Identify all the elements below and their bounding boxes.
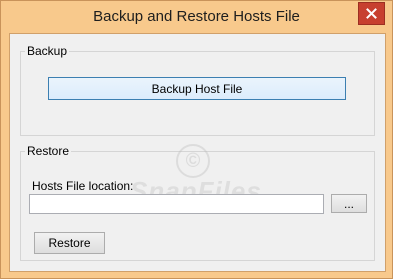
app-window: Backup and Restore Hosts File Backup Bac… (0, 0, 393, 279)
browse-button[interactable]: ... (331, 194, 367, 213)
restore-group-label: Restore (27, 144, 70, 158)
restore-button[interactable]: Restore (34, 232, 105, 254)
client-area: Backup Backup Host File Restore © SnapFi… (9, 33, 386, 272)
close-icon (366, 8, 377, 19)
backup-group-label: Backup (27, 44, 68, 58)
title-bar[interactable]: Backup and Restore Hosts File (1, 1, 392, 33)
window-title: Backup and Restore Hosts File (93, 8, 300, 25)
hosts-file-location-input[interactable] (29, 194, 324, 214)
close-button[interactable] (358, 2, 385, 25)
hosts-file-location-label: Hosts File location: (32, 179, 134, 193)
backup-host-file-button[interactable]: Backup Host File (48, 77, 346, 100)
